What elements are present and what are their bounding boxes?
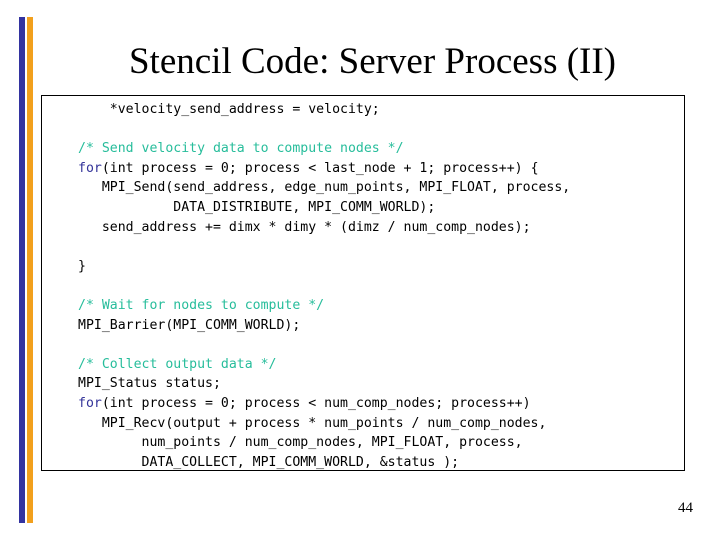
code-token-plain: DATA_COLLECT, MPI_COMM_WORLD, &status ); <box>78 454 460 470</box>
decorative-orange-bar <box>27 17 33 523</box>
code-token-plain: (int process = 0; process < last_node + … <box>101 160 539 176</box>
code-token-keyword: for <box>78 160 102 176</box>
code-line: MPI_Send(send_address, edge_num_points, … <box>42 178 684 198</box>
code-line: *velocity_send_address = velocity; <box>42 100 684 120</box>
code-line: /* Wait for nodes to compute */ <box>42 296 684 316</box>
code-line: MPI_Recv(output + process * num_points /… <box>42 414 684 434</box>
code-token-plain: MPI_Send(send_address, edge_num_points, … <box>78 180 571 196</box>
code-token-plain: DATA_DISTRIBUTE, MPI_COMM_WORLD); <box>78 199 436 215</box>
code-token-plain: MPI_Recv(output + process * num_points /… <box>78 415 547 431</box>
code-line: send_address += dimx * dimy * (dimz / nu… <box>42 218 684 238</box>
code-token-plain: MPI_Barrier(MPI_COMM_WORLD); <box>78 317 301 333</box>
decorative-blue-bar <box>19 17 25 523</box>
code-line: DATA_DISTRIBUTE, MPI_COMM_WORLD); <box>42 198 684 218</box>
slide-canvas: Stencil Code: Server Process (II) *veloc… <box>0 0 720 540</box>
code-line: MPI_Status status; <box>42 374 684 394</box>
code-line: DATA_COLLECT, MPI_COMM_WORLD, &status ); <box>42 453 684 470</box>
code-line: /* Send velocity data to compute nodes *… <box>42 139 684 159</box>
page-title: Stencil Code: Server Process (II) <box>128 41 617 82</box>
code-line: for(int process = 0; process < num_comp_… <box>42 394 684 414</box>
code-token-plain: num_points / num_comp_nodes, MPI_FLOAT, … <box>78 435 523 451</box>
code-token-plain: MPI_Status status; <box>78 376 221 392</box>
code-token-plain: *velocity_send_address = velocity; <box>78 102 380 117</box>
code-token-comment: /* Send velocity data to compute nodes *… <box>78 141 404 157</box>
code-token-keyword: for <box>78 395 102 411</box>
code-line: /* Collect output data */ <box>42 355 684 375</box>
code-token-plain: } <box>78 258 86 274</box>
code-lines: *velocity_send_address = velocity; /* Se… <box>42 100 684 470</box>
code-line: } <box>42 257 684 277</box>
page-number: 44 <box>678 500 693 516</box>
code-block: *velocity_send_address = velocity; /* Se… <box>41 95 685 471</box>
code-token-plain: send_address += dimx * dimy * (dimz / nu… <box>78 219 531 235</box>
code-token-plain: (int process = 0; process < num_comp_nod… <box>101 395 531 411</box>
code-line: num_points / num_comp_nodes, MPI_FLOAT, … <box>42 433 684 453</box>
code-token-comment: /* Collect output data */ <box>78 356 277 372</box>
code-line: for(int process = 0; process < last_node… <box>42 159 684 179</box>
code-token-comment: /* Wait for nodes to compute */ <box>78 297 325 313</box>
code-line: MPI_Barrier(MPI_COMM_WORLD); <box>42 316 684 336</box>
